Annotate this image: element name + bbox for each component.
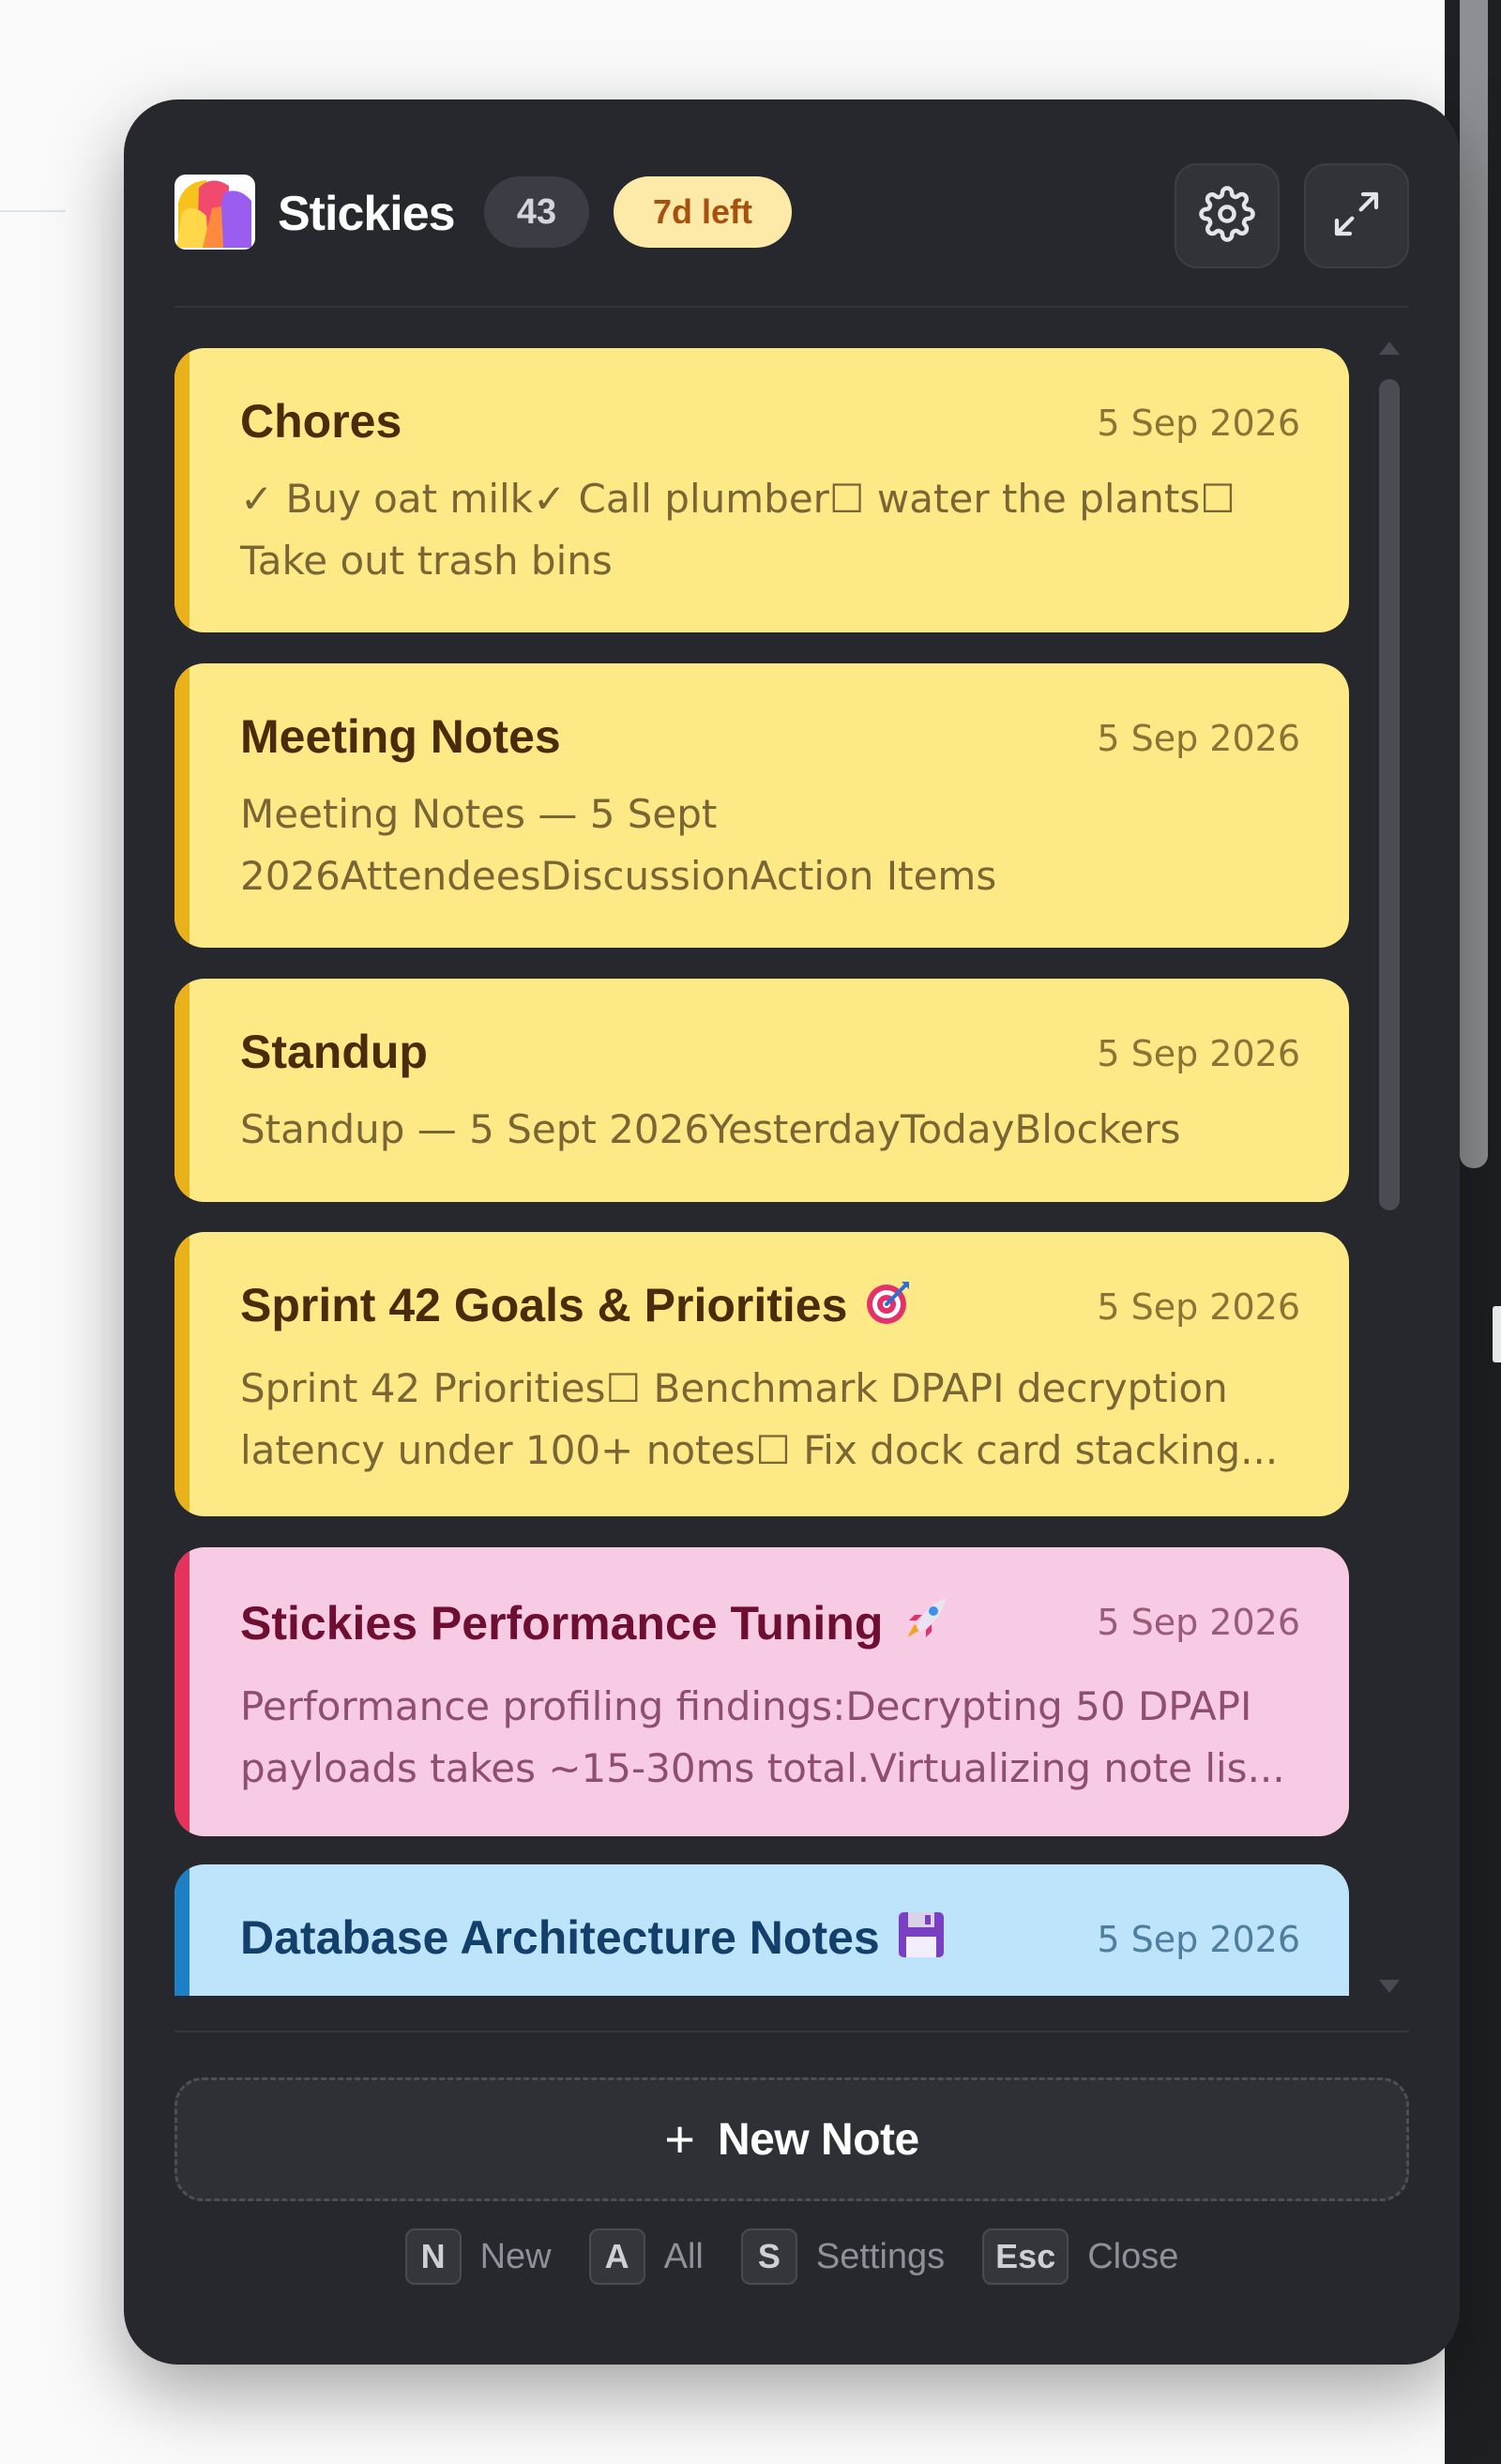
note-color-stripe [174, 979, 190, 1202]
note-title: Database Architecture Notes [240, 1911, 880, 1964]
app-title: Stickies [278, 187, 456, 241]
note-color-stripe [174, 1547, 190, 1836]
note-card[interactable]: Meeting Notes 5 Sep 2026 Meeting Notes —… [174, 663, 1349, 948]
target-icon [864, 1278, 913, 1339]
scrollbar-thumb[interactable] [1379, 379, 1400, 1210]
note-date: 5 Sep 2026 [1097, 403, 1300, 444]
shortcut-label: Close [1087, 2236, 1179, 2276]
app-logo-icon [174, 175, 255, 250]
note-preview: Sprint 42 Priorities☐ Benchmark DPAPI de… [240, 1365, 1279, 1473]
background-divider [0, 210, 66, 212]
note-color-stripe [174, 1864, 190, 1996]
gear-icon [1199, 185, 1255, 247]
note-card[interactable]: Standup 5 Sep 2026 Standup — 5 Sept 2026… [174, 979, 1349, 1202]
note-date: 5 Sep 2026 [1097, 1602, 1300, 1643]
desktop-scrollbar-thumb[interactable] [1460, 0, 1488, 1168]
panel-header: Stickies 43 7d left [174, 163, 1409, 285]
shortcut-key: S [740, 2228, 797, 2285]
note-preview: Standup — 5 Sept 2026YesterdayTodayBlock… [240, 1106, 1181, 1152]
note-preview: Performance profiling findings:Decryptin… [240, 1683, 1285, 1791]
scroll-up-arrow-icon[interactable] [1379, 342, 1400, 355]
stickies-panel: Stickies 43 7d left Chores 5 Sep 2026 ✓ … [124, 99, 1460, 2365]
note-card[interactable]: Sprint 42 Goals & Priorities 5 Sep 2026 … [174, 1232, 1349, 1516]
note-title: Stickies Performance Tuning [240, 1597, 884, 1650]
rocket-icon [900, 1592, 952, 1657]
shortcut-key: N [404, 2228, 462, 2285]
shortcut-settings: S Settings [740, 2228, 946, 2285]
desktop-edge-marker [1493, 1306, 1501, 1362]
note-count-badge: 43 [484, 176, 589, 248]
new-note-button[interactable]: + New Note [174, 2077, 1409, 2201]
note-card[interactable]: Stickies Performance Tuning 5 Sep 2026 P… [174, 1547, 1349, 1836]
note-preview: Meeting Notes — 5 Sept 2026AttendeesDisc… [240, 791, 997, 899]
trial-remaining-badge[interactable]: 7d left [614, 176, 792, 248]
note-color-stripe [174, 1232, 190, 1516]
note-preview: ✓ Buy oat milk✓ Call plumber☐ water the … [240, 476, 1236, 584]
notes-list[interactable]: Chores 5 Sep 2026 ✓ Buy oat milk✓ Call p… [174, 348, 1349, 1996]
shortcut-close: Esc Close [982, 2228, 1178, 2285]
keyboard-shortcuts-bar: N New A All S Settings Esc Close [124, 2226, 1460, 2288]
scroll-down-arrow-icon[interactable] [1379, 1980, 1400, 1993]
shortcut-key: A [588, 2228, 645, 2285]
note-card[interactable]: Database Architecture Notes 5 Sep 2026 [174, 1864, 1349, 1996]
shortcut-all: A All [588, 2228, 704, 2285]
notes-scrollbar[interactable] [1377, 342, 1400, 1993]
header-divider [174, 306, 1409, 308]
note-date: 5 Sep 2026 [1097, 1033, 1300, 1074]
note-color-stripe [174, 348, 190, 632]
plus-icon: + [664, 2109, 695, 2168]
note-date: 5 Sep 2026 [1097, 1919, 1300, 1960]
footer-divider [174, 2031, 1409, 2032]
settings-button[interactable] [1175, 163, 1280, 268]
expand-button[interactable] [1304, 163, 1409, 268]
new-note-label: New Note [718, 2114, 919, 2165]
note-color-stripe [174, 663, 190, 948]
shortcut-label: Settings [815, 2236, 946, 2276]
note-title: Sprint 42 Goals & Priorities [240, 1279, 848, 1331]
shortcut-label: New [479, 2236, 552, 2276]
note-card[interactable]: Chores 5 Sep 2026 ✓ Buy oat milk✓ Call p… [174, 348, 1349, 632]
note-date: 5 Sep 2026 [1097, 1286, 1300, 1328]
shortcut-label: All [663, 2236, 704, 2276]
shortcut-new: N New [404, 2228, 552, 2285]
expand-icon [1330, 188, 1383, 245]
shortcut-key: Esc [982, 2228, 1069, 2285]
floppy-disk-icon [897, 1910, 946, 1971]
note-date: 5 Sep 2026 [1097, 718, 1300, 759]
